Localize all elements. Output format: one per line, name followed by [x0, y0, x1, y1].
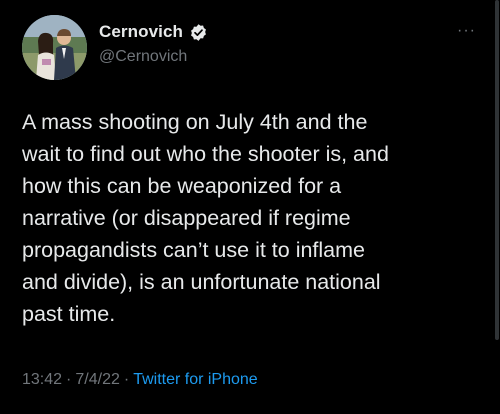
- separator: ·: [66, 371, 72, 388]
- tweet-time[interactable]: 13:42: [22, 371, 62, 389]
- tweet-date[interactable]: 7/4/22: [75, 371, 119, 389]
- scrollbar-thumb[interactable]: [495, 0, 499, 340]
- tweet-text: A mass shooting on July 4th and the wait…: [22, 110, 389, 326]
- separator: ·: [123, 371, 130, 388]
- tweet-card: Cernovich @Cernovich ··· A mass shooting…: [0, 0, 500, 414]
- avatar[interactable]: [22, 15, 87, 80]
- display-name[interactable]: Cernovich: [99, 22, 183, 42]
- scrollbar[interactable]: [494, 0, 500, 414]
- tweet-source-link[interactable]: Twitter for iPhone: [133, 371, 258, 389]
- user-handle[interactable]: @Cernovich: [99, 48, 187, 66]
- verified-badge-icon: [189, 23, 208, 42]
- avatar-photo: [22, 15, 87, 80]
- tweet-metadata: 13:42 · 7/4/22 · Twitter for iPhone: [22, 371, 258, 389]
- author-row: Cernovich: [99, 22, 208, 42]
- more-options-icon[interactable]: ···: [457, 22, 476, 40]
